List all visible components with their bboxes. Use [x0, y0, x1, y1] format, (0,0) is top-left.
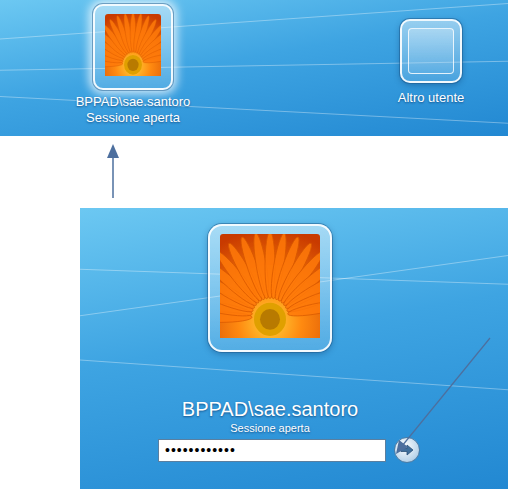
- password-field[interactable]: ••••••••••••: [158, 439, 386, 462]
- password-value[interactable]: ••••••••••••: [165, 442, 236, 458]
- annotation-arrows-icon: [0, 0, 508, 489]
- submit-button[interactable]: [394, 437, 420, 463]
- flower-photo-icon: [220, 234, 320, 338]
- user-selection-screen: BPPAD\sae.santoroSessione aperta Altro ut…: [0, 0, 508, 136]
- other-user-tile[interactable]: Altro utente: [366, 19, 496, 105]
- user-name: BPPAD\sae.santoro: [76, 94, 191, 109]
- session-status: Sessione aperta: [86, 110, 180, 125]
- user-tile-frame[interactable]: [93, 4, 173, 90]
- user-picture: [105, 14, 161, 80]
- login-user-tile: BPPAD\sae.santoroSessione aperta ••••••••…: [80, 224, 460, 463]
- login-screen: BPPAD\sae.santoroSessione aperta ••••••••…: [80, 208, 508, 489]
- other-user-frame[interactable]: [400, 19, 462, 83]
- empty-picture: [408, 28, 454, 74]
- login-user-name: BPPAD\sae.santoro: [182, 398, 358, 421]
- user-tile[interactable]: BPPAD\sae.santoroSessione aperta: [45, 4, 221, 125]
- background-streak: [80, 358, 508, 401]
- right-arrow-icon[interactable]: [399, 442, 415, 458]
- other-user-label: Altro utente: [398, 90, 465, 105]
- login-session-status: Sessione aperta: [230, 422, 310, 434]
- flower-photo-icon: [105, 14, 161, 76]
- login-user-picture: [220, 234, 320, 342]
- password-row: ••••••••••••: [158, 437, 420, 463]
- login-user-frame: [208, 224, 332, 352]
